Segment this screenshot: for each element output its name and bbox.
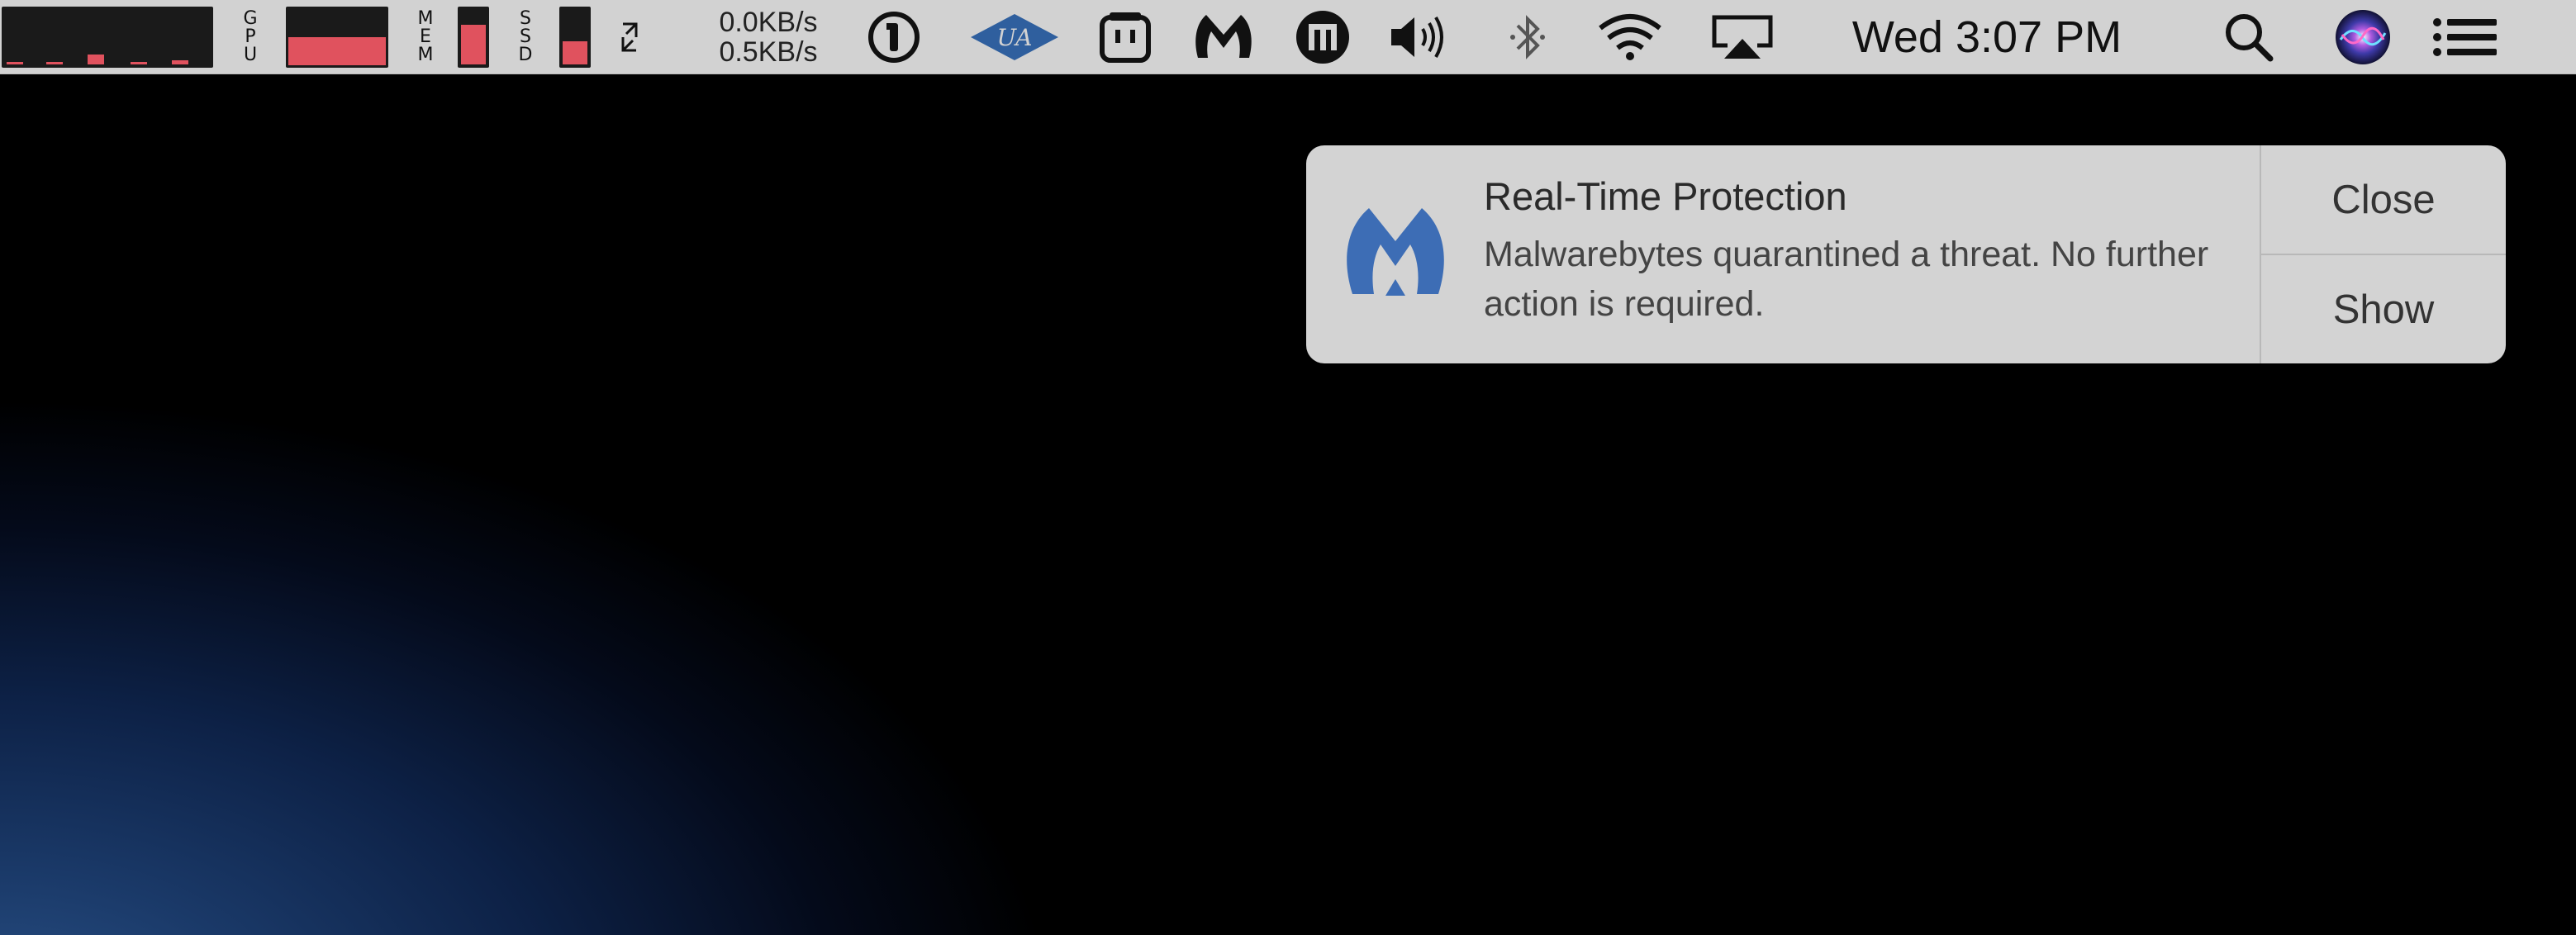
bluetooth-icon[interactable] bbox=[1495, 0, 1561, 74]
network-speed[interactable]: 0.0KB/s 0.5KB/s bbox=[698, 0, 839, 74]
menu-bar: G P U M E M S S D 0.0KB/s 0.5KB/s UA Wed… bbox=[0, 0, 2576, 74]
ssd-label: S S D bbox=[513, 0, 538, 74]
mem-label-char: M bbox=[417, 44, 434, 65]
cpu-history-bar bbox=[172, 59, 188, 64]
spotlight-search-icon[interactable] bbox=[2216, 0, 2282, 74]
ssd-label-char: S bbox=[520, 7, 531, 29]
cpu-history-bar bbox=[46, 61, 63, 64]
close-button[interactable]: Close bbox=[2261, 145, 2506, 254]
cpu-history-bar bbox=[131, 61, 147, 64]
universal-audio-icon[interactable]: UA bbox=[968, 0, 1061, 74]
notification-banner[interactable]: Real-Time Protection Malwarebytes quaran… bbox=[1306, 145, 2506, 363]
menubar-clock[interactable]: Wed 3:07 PM bbox=[1834, 0, 2140, 74]
notification-title: Real-Time Protection bbox=[1484, 174, 1847, 218]
desktop-background: G P U M E M S S D 0.0KB/s 0.5KB/s UA Wed… bbox=[0, 0, 2576, 935]
1password-icon[interactable] bbox=[861, 0, 927, 74]
gpu-label-char: U bbox=[243, 44, 258, 65]
gpu-label: G P U bbox=[238, 0, 263, 74]
malwarebytes-icon[interactable] bbox=[1191, 0, 1257, 74]
mi-icon[interactable] bbox=[1290, 0, 1356, 74]
mem-label-char: E bbox=[420, 26, 431, 47]
gpu-label-char: G bbox=[243, 7, 258, 29]
cpu-history-bar bbox=[88, 54, 104, 64]
mem-label-char: M bbox=[417, 7, 434, 29]
droplr-icon[interactable] bbox=[1092, 0, 1158, 74]
memory-meter[interactable] bbox=[457, 0, 490, 74]
svg-text:UA: UA bbox=[997, 24, 1033, 51]
airplay-icon[interactable] bbox=[1709, 0, 1775, 74]
cpu-graph-frame bbox=[2, 6, 213, 68]
ssd-label-char: D bbox=[518, 44, 533, 65]
gpu-meter-fill bbox=[288, 36, 386, 65]
memory-meter-fill bbox=[461, 24, 486, 64]
mem-label: M E M bbox=[413, 0, 438, 74]
cpu-history-graph[interactable] bbox=[2, 0, 213, 74]
network-download-speed: 0.0KB/s bbox=[719, 6, 818, 38]
gpu-label-char: P bbox=[245, 26, 256, 47]
show-button[interactable]: Show bbox=[2261, 255, 2506, 363]
ssd-meter[interactable] bbox=[558, 0, 592, 74]
gpu-meter[interactable] bbox=[284, 0, 390, 74]
notification-center-icon[interactable] bbox=[2432, 0, 2498, 74]
malwarebytes-icon bbox=[1338, 197, 1453, 312]
network-upload-speed: 0.5KB/s bbox=[719, 36, 818, 68]
network-arrows-icon[interactable] bbox=[611, 0, 648, 74]
volume-icon[interactable] bbox=[1386, 0, 1452, 74]
wifi-icon[interactable] bbox=[1597, 0, 1663, 74]
cpu-history-bar bbox=[7, 61, 23, 64]
ssd-meter-fill bbox=[563, 40, 587, 64]
notification-body: Malwarebytes quarantined a threat. No fu… bbox=[1484, 235, 2209, 324]
siri-icon[interactable] bbox=[2330, 0, 2396, 74]
ssd-label-char: S bbox=[520, 26, 531, 47]
